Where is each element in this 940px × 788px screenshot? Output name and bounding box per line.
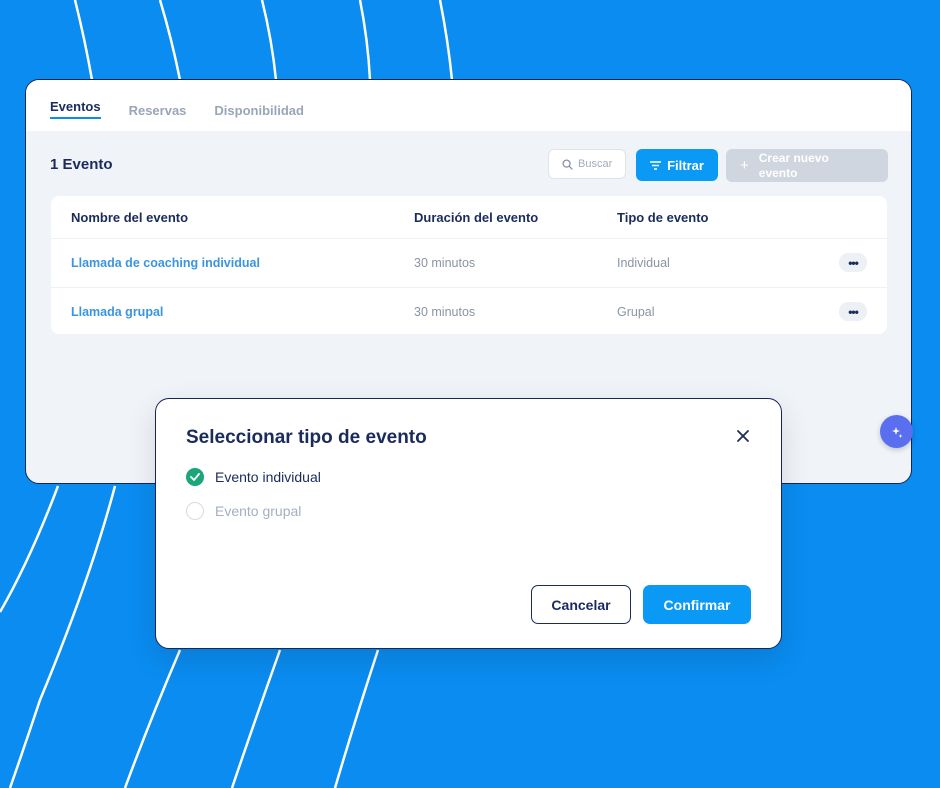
column-header-type: Tipo de evento (617, 210, 709, 225)
table-row: Llamada de coaching individual 30 minuto… (51, 239, 887, 288)
plus-icon: + (740, 157, 749, 174)
sparkle-icon (891, 426, 902, 438)
table-header: Nombre del evento Duración del evento Ti… (51, 196, 887, 239)
create-event-button[interactable]: + Crear nuevo evento (726, 149, 888, 182)
event-name-link[interactable]: Llamada grupal (71, 305, 163, 319)
search-icon (562, 158, 573, 170)
more-options-icon[interactable]: ••• (839, 253, 867, 272)
option-label: Evento individual (215, 469, 321, 485)
tab-bar: Eventos Reservas Disponibilidad (26, 80, 911, 131)
option-evento-individual[interactable]: Evento individual (186, 468, 321, 486)
event-type: Individual (617, 256, 670, 270)
search-input[interactable]: Buscar (548, 149, 626, 179)
event-count: 1 Evento (50, 156, 113, 173)
column-header-duration: Duración del evento (414, 210, 539, 225)
assistant-sparkle-button[interactable] (880, 415, 913, 448)
tab-eventos[interactable]: Eventos (50, 99, 101, 131)
table-row: Llamada grupal 30 minutos Grupal ••• (51, 288, 887, 334)
cancel-button[interactable]: Cancelar (531, 585, 631, 624)
tab-reservas[interactable]: Reservas (129, 103, 187, 131)
event-type: Grupal (617, 305, 655, 319)
event-duration: 30 minutos (414, 305, 476, 319)
toolbar: 1 Evento Buscar Filtrar + Crear nuevo ev… (26, 131, 911, 197)
create-event-label: Crear nuevo evento (758, 150, 829, 180)
radio-checked-icon[interactable] (186, 468, 204, 486)
search-placeholder: Buscar (578, 158, 613, 170)
modal-title: Seleccionar tipo de evento (186, 427, 427, 448)
confirm-button[interactable]: Confirmar (643, 585, 751, 624)
option-evento-grupal[interactable]: Evento grupal (186, 502, 301, 520)
events-table: Nombre del evento Duración del evento Ti… (51, 196, 887, 334)
filter-button[interactable]: Filtrar (636, 149, 718, 181)
close-icon[interactable] (736, 429, 750, 443)
radio-unchecked-icon[interactable] (186, 502, 204, 520)
event-name-link[interactable]: Llamada de coaching individual (71, 256, 260, 270)
option-label: Evento grupal (215, 503, 302, 519)
more-options-icon[interactable]: ••• (839, 302, 867, 321)
event-duration: 30 minutos (414, 256, 476, 270)
tab-disponibilidad[interactable]: Disponibilidad (214, 103, 304, 131)
filter-icon (650, 160, 662, 170)
filter-label: Filtrar (667, 157, 704, 173)
select-event-type-modal: Seleccionar tipo de evento Evento indivi… (155, 398, 782, 649)
column-header-name: Nombre del evento (71, 210, 189, 225)
